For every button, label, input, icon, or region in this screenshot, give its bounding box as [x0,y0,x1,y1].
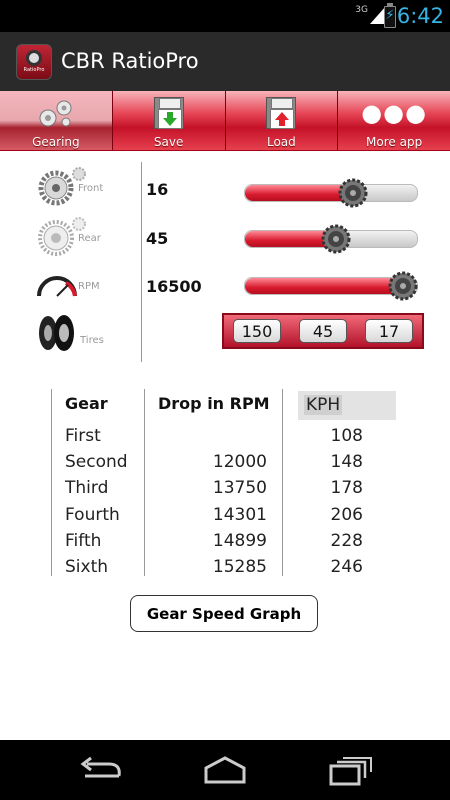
front-slider[interactable] [244,178,418,208]
gear-name: Fourth [65,505,120,525]
gear-name: Sixth [65,557,109,577]
tachometer-icon [37,276,77,297]
gear-speed-graph-button[interactable]: Gear Speed Graph [130,595,318,632]
navigation-bar [0,740,450,800]
gear-name: First [65,426,101,446]
gear-speed: 228 [330,531,363,551]
back-icon[interactable] [75,754,125,788]
rpm-value: 16500 [146,277,202,296]
gear-name: Fifth [65,531,102,551]
slider-thumb-icon[interactable] [337,177,369,209]
gear-name: Second [65,452,128,472]
status-bar: 3G ⚡ 6:42 [0,0,450,32]
battery-icon: ⚡ [384,3,396,28]
front-value: 16 [146,180,169,199]
slider-thumb-icon[interactable] [320,223,352,255]
rpm-drop: 14301 [212,505,267,525]
load-button[interactable]: Load [226,91,339,150]
clock: 6:42 [396,4,444,28]
rpm-drop: 12000 [212,452,267,472]
app-logo-icon[interactable]: RatioPro [16,44,52,80]
rpm-drop: 13750 [212,478,267,498]
load-icon [266,97,297,129]
recent-apps-icon[interactable] [325,754,375,788]
gear-speed: 246 [330,557,363,577]
gears-icon [39,100,72,127]
network-type: 3G [355,5,368,15]
front-label: Front [78,183,104,194]
rear-label: Rear [78,233,101,244]
gear-name: Third [65,478,109,498]
speed-unit-selector[interactable]: KPH [298,391,396,420]
gear-speed: 178 [330,478,363,498]
gear-speed: 108 [330,426,363,446]
action-bar: RatioPro CBR RatioPro [0,32,450,91]
tire-rim-button[interactable]: 17 [365,319,413,343]
rear-value: 45 [146,229,169,248]
tire-size-selector: 150 45 17 [222,313,424,349]
slider-thumb-icon[interactable] [387,270,419,302]
tire-aspect-button[interactable]: 45 [299,319,347,343]
gear-speed: 206 [330,505,363,525]
rpm-drop: 15285 [212,557,267,577]
tire-width-button[interactable]: 150 [233,319,281,343]
rpm-slider[interactable] [244,271,418,301]
rpm-label: RPM [78,281,100,292]
controls-divider [141,162,142,362]
main-toolbar: Gearing Save Load ●●● More app [0,91,450,151]
table-left-border [51,389,52,576]
more-apps-button[interactable]: ●●● More app [338,91,450,150]
drop-column-header: Drop in RPM [158,394,270,413]
tires-label: Tires [80,335,104,346]
gear-speed: 148 [330,452,363,472]
more-icon: ●●● [361,99,428,127]
app-title: CBR RatioPro [61,49,199,73]
table-divider-2 [282,389,283,576]
table-divider-1 [144,389,145,576]
gear-column-header: Gear [65,394,108,413]
rpm-drop: 14899 [212,531,267,551]
save-icon [153,97,184,129]
tab-gearing[interactable]: Gearing [0,91,113,150]
rear-slider[interactable] [244,224,418,254]
home-icon[interactable] [200,754,250,788]
tires-icon [39,315,74,351]
save-button[interactable]: Save [113,91,226,150]
